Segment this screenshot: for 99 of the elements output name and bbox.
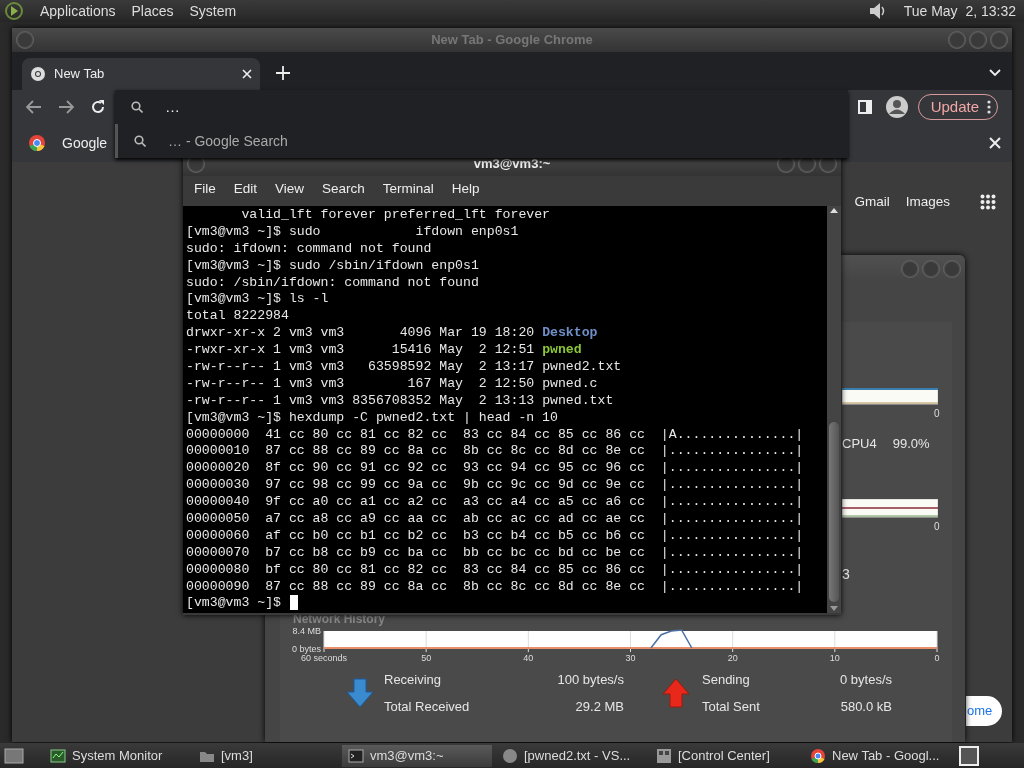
scrollbar[interactable] <box>827 206 841 613</box>
tick-label: 10 <box>829 652 840 663</box>
tab-title: New Tab <box>54 65 106 84</box>
terminal-line: [vm3@vm3 ~]$ sudo /sbin/ifdown enp0s1 <box>186 257 480 275</box>
monitor-icon <box>50 747 66 764</box>
terminal-line: 00000090 87 cc 88 cc 89 cc 8a cc 8b cc 8c cc 8d cc 8e cc |................| <box>186 578 805 596</box>
axis-label: 0 <box>934 407 940 421</box>
clock[interactable]: Tue May 2, 13:32 <box>903 0 1016 22</box>
taskbar-item[interactable]: System Monitor <box>44 744 189 767</box>
search-icon <box>134 135 146 147</box>
terminal-line: 00000070 b7 cc b8 cc b9 cc ba cc bb cc bc cc bd cc be cc |................| <box>186 544 805 562</box>
terminal-line: 00000050 a7 cc a8 cc a9 cc aa cc ab cc ac cc ad cc ae cc |................| <box>186 511 805 528</box>
menu-item[interactable]: View <box>266 178 314 200</box>
menu-item[interactable]: Places <box>131 0 174 22</box>
stat-value: 580.0 kB <box>839 698 892 716</box>
stat-value: 0 bytes/s <box>838 670 892 689</box>
menu-item[interactable]: File <box>185 178 225 200</box>
tick-label: 0 <box>934 652 940 663</box>
window-title: New Tab - Google Chrome <box>431 31 593 50</box>
terminal-line: sudo: /sbin/ifdown: command not found <box>186 274 480 292</box>
stat-value: 100 bytes/s <box>556 670 624 689</box>
menu-item[interactable]: Edit <box>224 178 267 200</box>
text-cursor <box>289 595 298 611</box>
taskbar-item[interactable]: New Tab - Googl... <box>804 744 954 767</box>
control-panel-icon <box>656 747 672 764</box>
taskbar-item[interactable]: [Control Center] <box>650 744 800 767</box>
tick-label: 60 seconds <box>301 652 347 663</box>
menu-item[interactable]: Search <box>313 178 374 200</box>
forward-icon[interactable] <box>58 100 74 114</box>
address-field[interactable]: … <box>115 90 848 124</box>
chrome-icon <box>28 134 46 152</box>
menu-item[interactable]: Applications <box>40 0 116 22</box>
new-tab-icon[interactable] <box>276 66 290 80</box>
back-icon[interactable] <box>26 100 42 114</box>
terminal-line: 00000030 97 cc 98 cc 99 cc 9a cc 9b cc 9c cc 9d cc 9e cc |................| <box>186 477 805 495</box>
stat-value: 29.2 MB <box>574 698 624 716</box>
taskbar-item[interactable]: vm3@vm3:~ <box>342 744 492 767</box>
taskbar-item[interactable]: [vm3] <box>193 744 338 767</box>
terminal-line: -rw-r--r-- 1 vm3 vm3 63598592 May 2 13:17 pwned2.txt <box>186 359 623 376</box>
desktop-icon[interactable] <box>4 746 24 765</box>
terminal-line: [vm3@vm3 ~]$ hexdump -C pwned2.txt | head -n 10 <box>186 409 559 427</box>
tick-label: 50 <box>421 652 432 663</box>
tick-label: 8.4 MB <box>292 627 321 636</box>
terminal-line: -rw-r--r-- 1 vm3 vm3 167 May 2 12:50 pwned.c <box>186 375 599 393</box>
chevron-down-icon[interactable] <box>989 69 1001 77</box>
more-icon <box>987 100 991 114</box>
cpu-value: 99.0% <box>892 435 930 453</box>
customize-button[interactable]: ome <box>966 696 1002 726</box>
terminal-line: total 8222984 <box>186 308 290 326</box>
terminal-line: -rw-r--r-- 1 vm3 vm3 8356708352 May 2 13:13 pwned.txt <box>186 392 615 410</box>
stat-label: Receiving <box>384 670 443 689</box>
tick-label: 30 <box>625 652 636 663</box>
side-panel-icon[interactable] <box>857 100 872 114</box>
link[interactable]: Gmail <box>854 192 890 213</box>
window-icon[interactable] <box>958 744 980 767</box>
search-icon <box>131 101 143 113</box>
terminal-line: 00000020 8f cc 90 cc 91 cc 92 cc 93 cc 94 cc 95 cc 96 cc |................| <box>186 460 805 478</box>
window-title: vm3@vm3:~ <box>473 155 551 174</box>
terminal-line: 00000040 9f cc a0 cc a1 cc a2 cc a3 cc a4 cc a5 cc a6 cc |................| <box>186 494 805 512</box>
avatar-icon[interactable] <box>885 96 908 118</box>
reload-icon[interactable] <box>90 99 106 115</box>
axis-label: 0 <box>934 519 940 534</box>
tick-label: 0 bytes <box>291 643 321 654</box>
taskbar-item[interactable]: [pwned2.txt - VS... <box>496 744 646 767</box>
link[interactable]: Images <box>905 192 950 213</box>
up-arrow-icon <box>662 678 690 708</box>
menu-item[interactable]: Terminal <box>373 178 443 200</box>
memory-value: 3 <box>842 564 850 584</box>
section-title: Network History <box>293 610 386 628</box>
stat-label: Total Sent <box>702 698 761 716</box>
menu-item[interactable]: System <box>189 0 237 22</box>
terminal-line: drwxr-xr-x 2 vm3 vm3 4096 Mar 19 18:20 Desktop <box>186 325 599 343</box>
chrome-icon <box>30 66 46 82</box>
terminal-line: 00000080 bf cc 80 cc 81 cc 82 cc 83 cc 84 cc 85 cc 86 cc |................| <box>186 561 805 579</box>
terminal-line: sudo: ifdown: command not found <box>186 240 433 258</box>
stat-label: Total Received <box>384 698 471 716</box>
bookmark[interactable]: Google <box>28 132 108 154</box>
apps-grid-icon[interactable] <box>980 194 996 211</box>
terminal-line: 00000010 87 cc 88 cc 89 cc 8a cc 8b cc 8c cc 8d cc 8e cc |................| <box>186 443 805 461</box>
cpu-label: CPU4 <box>842 435 877 453</box>
terminal-line: 00000000 41 cc 80 cc 81 cc 82 cc 83 cc 84 cc 85 cc 86 cc |A...............| <box>186 426 805 444</box>
menu-item[interactable]: Help <box>442 178 489 200</box>
close-icon[interactable] <box>242 69 252 79</box>
terminal-line: [vm3@vm3 ~]$ sudo ifdown enp0s1 <box>186 223 520 241</box>
browser-tab[interactable]: New Tab <box>22 58 260 90</box>
terminal-icon <box>348 747 364 764</box>
terminal-line: [vm3@vm3 ~]$ ls -l <box>186 291 330 309</box>
down-arrow-icon <box>346 678 374 708</box>
terminal-line: valid_lft forever preferred_lft forever <box>240 207 552 224</box>
close-icon[interactable] <box>989 137 1001 149</box>
terminal-line: -rwxr-xr-x 1 vm3 vm3 15416 May 2 12:51 pwned <box>186 342 583 359</box>
tick-label: 40 <box>523 652 534 663</box>
chrome-icon <box>810 747 826 764</box>
logo-icon <box>4 1 24 21</box>
app-icon <box>502 747 518 764</box>
tick-label: 20 <box>727 652 738 663</box>
stat-label: Sending <box>702 670 751 689</box>
terminal-prompt: [vm3@vm3 ~]$ <box>186 595 282 613</box>
terminal-line: 00000060 af cc b0 cc b1 cc b2 cc b3 cc b4 cc b5 cc b6 cc |................| <box>186 527 805 545</box>
